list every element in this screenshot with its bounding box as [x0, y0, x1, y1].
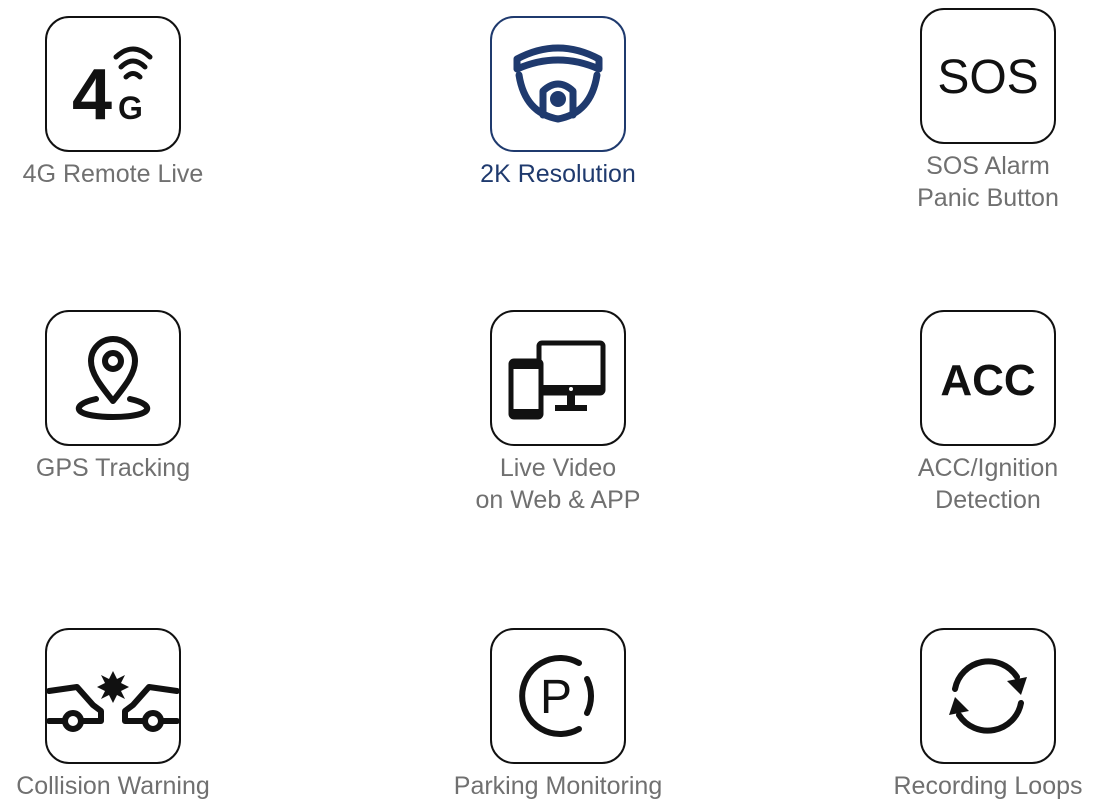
2k-resolution-tile [490, 16, 626, 152]
parking-icon: P [519, 655, 594, 737]
svg-text:G: G [118, 90, 143, 126]
sos-alarm-tile: SOS [920, 8, 1056, 144]
svg-text:SOS: SOS [937, 51, 1038, 104]
loop-arrows-icon [949, 658, 1027, 734]
sos-icon: SOS [937, 51, 1038, 104]
4g-signal-icon: 4 G [72, 46, 153, 135]
feature-label: GPS Tracking [35, 454, 191, 482]
feature-label: Collision Warning [16, 772, 210, 800]
devices-icon [508, 340, 606, 420]
feature-label: Live Video on Web & APP [475, 454, 641, 514]
svg-text:4: 4 [72, 55, 112, 135]
feature-live-video: Live Video on Web & APP [433, 310, 683, 516]
svg-text:ACC: ACC [940, 356, 1035, 405]
feature-recording-loops: Recording Loops [863, 628, 1103, 802]
dome-camera-icon [513, 44, 603, 123]
parking-monitoring-tile: P [490, 628, 626, 764]
feature-label: SOS Alarm Panic Button [917, 152, 1059, 212]
map-pin-icon [75, 336, 151, 420]
4g-remote-live-tile: 4 G [45, 16, 181, 152]
feature-label: 4G Remote Live [22, 160, 204, 188]
feature-label: Recording Loops [893, 772, 1083, 800]
collision-warning-tile [45, 628, 181, 764]
live-video-tile [490, 310, 626, 446]
svg-text:P: P [540, 671, 572, 724]
feature-gps-tracking: GPS Tracking [0, 310, 238, 484]
gps-tracking-tile [45, 310, 181, 446]
recording-loops-tile [920, 628, 1056, 764]
feature-acc-ignition: ACC ACC/Ignition Detection [863, 310, 1103, 516]
feature-4g-remote-live: 4 G 4G Remote Live [0, 16, 238, 190]
feature-label: 2K Resolution [480, 160, 636, 188]
feature-label: ACC/Ignition Detection [917, 454, 1059, 514]
feature-sos-alarm: SOS SOS Alarm Panic Button [863, 8, 1103, 214]
car-collision-icon [47, 671, 179, 732]
feature-label: Parking Monitoring [453, 772, 663, 800]
acc-icon: ACC [940, 356, 1035, 405]
acc-ignition-tile: ACC [920, 310, 1056, 446]
feature-2k-resolution: 2K Resolution [433, 16, 683, 190]
feature-parking-monitoring: P Parking Monitoring [433, 628, 683, 802]
feature-collision-warning: Collision Warning [0, 628, 238, 802]
